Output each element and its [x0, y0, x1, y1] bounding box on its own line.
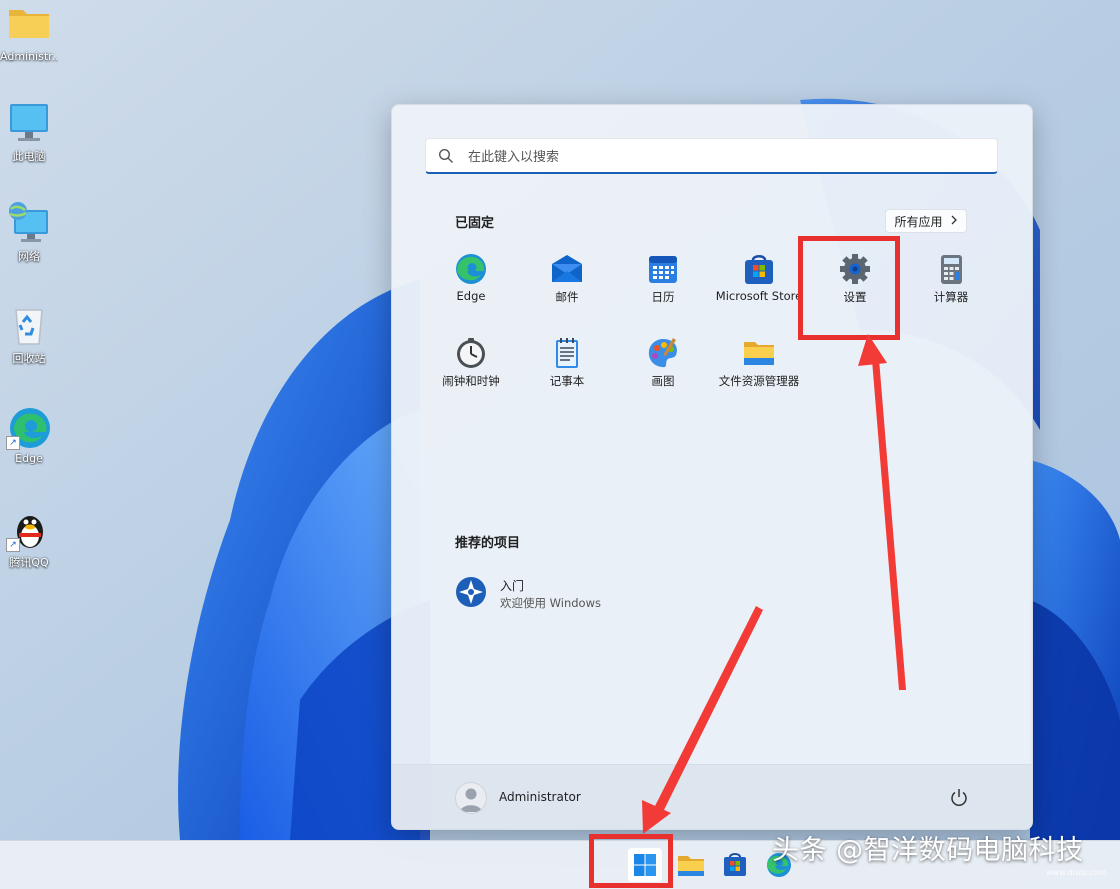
desktop-icon-label: 此电脑 [12, 150, 46, 163]
recommended-item-title: 入门 [500, 579, 525, 593]
qq-penguin-icon: ↗ [6, 506, 52, 552]
settings-highlight-box [798, 236, 900, 340]
desktop-icon-administrator[interactable]: Administr... [0, 2, 58, 63]
shortcut-arrow-icon: ↗ [6, 538, 20, 552]
user-avatar-icon[interactable] [455, 782, 487, 814]
desktop-icon-recycle-bin[interactable]: 回收站 [0, 302, 58, 366]
all-apps-button[interactable]: 所有应用 [885, 209, 967, 233]
recommended-item-get-started[interactable]: 入门 欢迎使用 Windows [452, 573, 672, 613]
power-icon [948, 789, 970, 813]
get-started-icon [454, 575, 488, 609]
folder-icon [742, 336, 776, 370]
pinned-app-mail[interactable]: 邮件 [519, 245, 615, 325]
user-name[interactable]: Administrator [499, 790, 581, 804]
chevron-right-icon [950, 214, 958, 228]
edge-icon [762, 853, 796, 886]
mail-icon [550, 252, 584, 286]
pinned-app-paint[interactable]: 画图 [615, 329, 711, 409]
app-name: 闹钟和时钟 [442, 374, 500, 388]
pinned-section-title: 已固定 [455, 216, 495, 231]
search-input[interactable] [466, 145, 970, 169]
watermark-url: www.dnzp.com [1046, 868, 1107, 877]
network-icon [6, 200, 52, 246]
pinned-app-microsoft-store[interactable]: Microsoft Store [711, 245, 807, 325]
notepad-icon [550, 336, 584, 370]
edge-icon [454, 252, 488, 286]
clock-icon [454, 336, 488, 370]
app-name: 邮件 [555, 290, 579, 304]
desktop-icon-label: Edge [15, 452, 43, 465]
taskbar-file-explorer[interactable] [674, 848, 708, 882]
recycle-bin-icon [6, 302, 52, 348]
desktop-icon-qq[interactable]: ↗ 腾讯QQ [0, 506, 58, 570]
pinned-app-alarms-clock[interactable]: 闹钟和时钟 [423, 329, 519, 409]
shortcut-arrow-icon: ↗ [6, 436, 20, 450]
desktop-icon-label: 腾讯QQ [9, 556, 49, 569]
app-name: 文件资源管理器 [718, 374, 800, 388]
start-menu-footer: Administrator [392, 764, 1032, 829]
search-icon [438, 148, 454, 168]
app-name: Microsoft Store [715, 289, 803, 303]
desktop-icon-label: 回收站 [12, 352, 46, 365]
pinned-app-edge[interactable]: Edge [423, 245, 519, 325]
app-name: 记事本 [549, 374, 585, 388]
recommended-item-subtitle: 欢迎使用 Windows [500, 596, 601, 610]
recommended-section-title: 推荐的项目 [455, 536, 521, 551]
calculator-icon [934, 252, 968, 286]
desktop-icon-label: Administr... [0, 50, 58, 63]
app-name: 日历 [651, 290, 675, 304]
desktop-icon-edge[interactable]: ↗ Edge [0, 404, 58, 465]
watermark-text: 头条 @智洋数码电脑科技 [772, 835, 1084, 866]
desktop-icon-network[interactable]: 网络 [0, 200, 58, 264]
pinned-app-notepad[interactable]: 记事本 [519, 329, 615, 409]
calendar-icon [646, 252, 680, 286]
store-icon [742, 252, 776, 286]
paint-icon [646, 336, 680, 370]
monitor-icon [6, 100, 52, 146]
folder-icon [674, 856, 708, 886]
pinned-app-file-explorer[interactable]: 文件资源管理器 [711, 329, 807, 409]
edge-icon: ↗ [6, 404, 52, 450]
store-icon [718, 853, 752, 886]
start-menu: 已固定 所有应用 Edge 邮件 [391, 104, 1033, 830]
app-name: 画图 [651, 374, 675, 388]
start-button-highlight-box [589, 834, 673, 888]
desktop-icon-this-pc[interactable]: 此电脑 [0, 100, 58, 164]
pinned-app-calendar[interactable]: 日历 [615, 245, 711, 325]
app-name: Edge [456, 289, 486, 303]
desktop-icon-label: 网络 [18, 250, 40, 263]
taskbar-microsoft-store[interactable] [718, 848, 752, 882]
pinned-app-calculator[interactable]: 计算器 [903, 245, 999, 325]
all-apps-label: 所有应用 [894, 214, 943, 229]
folder-icon [6, 2, 52, 48]
app-name: 计算器 [933, 290, 969, 304]
search-box[interactable] [425, 138, 998, 174]
power-button[interactable] [948, 787, 970, 809]
